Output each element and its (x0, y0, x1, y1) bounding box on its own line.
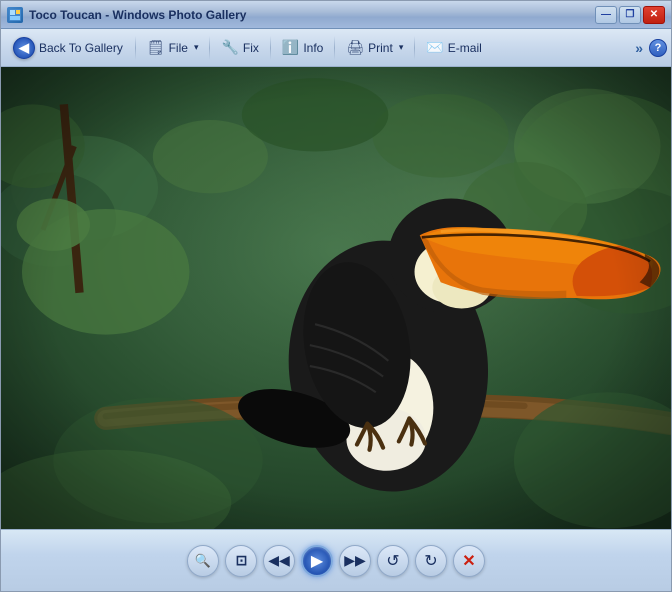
toolbar-right: » ? (631, 38, 667, 58)
play-icon: ▶ (311, 551, 323, 571)
zoom-button[interactable]: 🔍 (187, 545, 219, 577)
window-title: Toco Toucan - Windows Photo Gallery (29, 8, 595, 22)
toucan-image (1, 67, 671, 529)
print-label: Print (368, 41, 393, 55)
toolbar: ◀ Back To Gallery 🗒 File ▾ 🔧 Fix ℹ️ Info… (1, 29, 671, 67)
email-button[interactable]: ✉️ E-mail (419, 34, 488, 62)
maximize-button[interactable]: ❐ (619, 6, 641, 24)
fix-icon: 🔧 (221, 39, 238, 56)
photo-viewer (1, 67, 671, 529)
separator-5 (414, 36, 415, 60)
back-label: Back To Gallery (39, 41, 123, 55)
help-button[interactable]: ? (649, 39, 667, 57)
separator-4 (334, 36, 335, 60)
separator-1 (135, 36, 136, 60)
rotate-right-icon: ↻ (424, 551, 437, 571)
photo-display (1, 67, 671, 529)
app-icon (7, 7, 23, 23)
email-label: E-mail (448, 41, 482, 55)
minimize-button[interactable]: — (595, 6, 617, 24)
overflow-button[interactable]: » (631, 38, 647, 58)
actual-size-icon: ⊡ (236, 552, 247, 569)
main-window: Toco Toucan - Windows Photo Gallery — ❐ … (0, 0, 672, 592)
info-icon: ℹ️ (282, 39, 299, 56)
info-button[interactable]: ℹ️ Info (275, 34, 330, 62)
rotate-right-button[interactable]: ↻ (415, 545, 447, 577)
info-label: Info (303, 41, 323, 55)
print-button[interactable]: 🖨 Print ▾ (339, 34, 410, 62)
next-button[interactable]: ▶▶ (339, 545, 371, 577)
fix-button[interactable]: 🔧 Fix (214, 34, 265, 62)
next-icon: ▶▶ (344, 552, 366, 569)
close-window-button[interactable]: ✕ (643, 6, 665, 24)
separator-2 (209, 36, 210, 60)
file-icon: 🗒 (147, 39, 165, 56)
previous-button[interactable]: ◀◀ (263, 545, 295, 577)
zoom-icon: 🔍 (195, 553, 211, 569)
print-dropdown-arrow: ▾ (399, 42, 404, 53)
controls-bar: 🔍 ⊡ ◀◀ ▶ ▶▶ ↺ ↻ ✕ (1, 529, 671, 591)
prev-icon: ◀◀ (268, 552, 290, 569)
title-bar: Toco Toucan - Windows Photo Gallery — ❐ … (1, 1, 671, 29)
back-arrow-icon: ◀ (13, 37, 35, 59)
file-label: File (169, 41, 188, 55)
rotate-left-icon: ↺ (386, 551, 399, 571)
play-slideshow-button[interactable]: ▶ (301, 545, 333, 577)
back-to-gallery-button[interactable]: ◀ Back To Gallery (5, 34, 131, 62)
separator-3 (270, 36, 271, 60)
file-button[interactable]: 🗒 File ▾ (140, 34, 206, 62)
delete-icon: ✕ (462, 551, 475, 571)
print-icon: 🖨 (346, 39, 364, 56)
file-dropdown-arrow: ▾ (194, 42, 199, 53)
fix-label: Fix (243, 41, 259, 55)
email-icon: ✉️ (426, 39, 443, 56)
window-controls: — ❐ ✕ (595, 6, 665, 24)
rotate-left-button[interactable]: ↺ (377, 545, 409, 577)
delete-button[interactable]: ✕ (453, 545, 485, 577)
actual-size-button[interactable]: ⊡ (225, 545, 257, 577)
